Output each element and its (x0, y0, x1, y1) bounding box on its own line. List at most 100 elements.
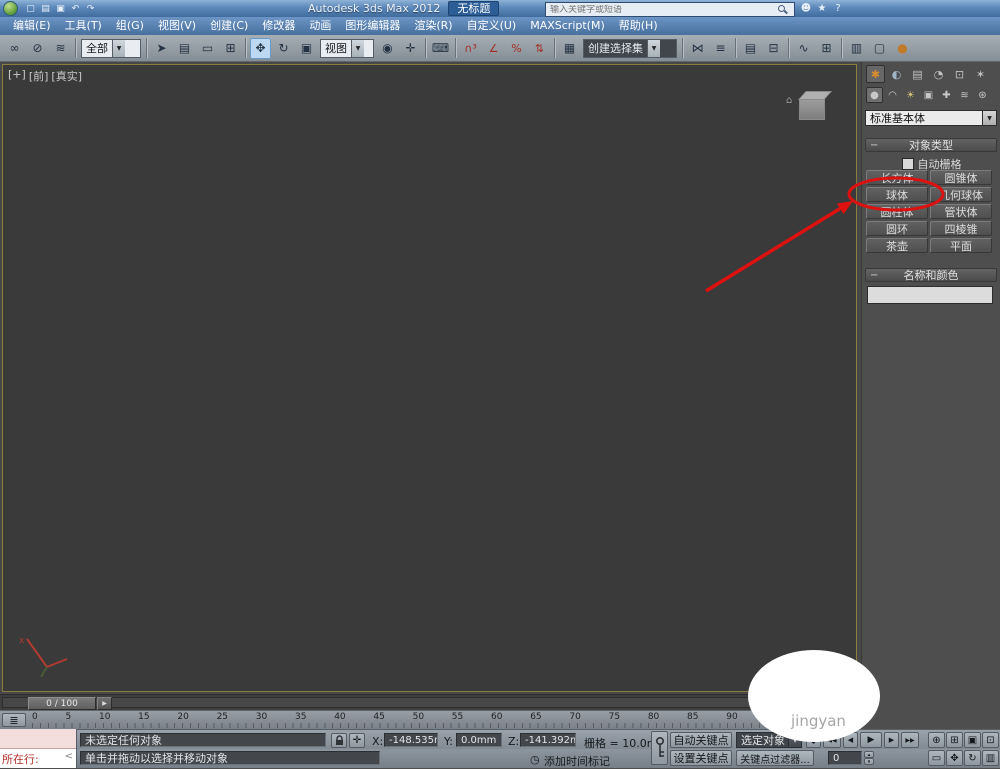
category-shapes-icon[interactable]: ◠ (884, 87, 901, 103)
menu-item[interactable]: 动画 (302, 17, 338, 35)
current-frame-field[interactable]: 0 (828, 751, 862, 765)
tab-modify-icon[interactable]: ◐ (887, 65, 906, 83)
primitive-button[interactable]: 管状体 (930, 204, 992, 219)
viewport-menu-view[interactable]: [前] (29, 68, 49, 84)
next-frame-icon[interactable]: ▶ (884, 732, 899, 748)
rectangular-selection-region-icon[interactable]: ▭ (197, 38, 218, 59)
open-file-icon[interactable]: ▤ (38, 2, 53, 15)
primitive-button[interactable]: 茶壶 (866, 238, 928, 253)
menu-item[interactable]: 视图(V) (151, 17, 203, 35)
zoom-viewport-icon[interactable]: ⊕ (928, 732, 945, 748)
snaps-toggle-icon[interactable]: ∩³ (460, 38, 481, 59)
category-lights-icon[interactable]: ☀ (902, 87, 919, 103)
menu-item[interactable]: 帮助(H) (612, 17, 665, 35)
menu-item[interactable]: MAXScript(M) (523, 17, 612, 35)
select-object-icon[interactable]: ➤ (151, 38, 172, 59)
percent-snap-icon[interactable]: % (506, 38, 527, 59)
menu-item[interactable]: 创建(C) (203, 17, 255, 35)
track-bar[interactable]: ≣ 05101520253035404550556065707580859095… (0, 710, 861, 729)
rendered-frame-window-icon[interactable]: ▢ (869, 38, 890, 59)
x-coord-field[interactable]: -148.535m (384, 733, 438, 747)
absolute-mode-toggle-icon[interactable]: ✛ (349, 733, 365, 748)
auto-key-button[interactable]: 自动关键点 (670, 732, 732, 748)
primitive-button[interactable]: 长方体 (866, 170, 928, 185)
viewport-front[interactable]: [+] [前] [真实] ⌂ x (2, 64, 857, 692)
tab-create-icon[interactable]: ✱ (866, 65, 885, 83)
search-icon[interactable] (778, 4, 788, 15)
primitive-button[interactable]: 圆环 (866, 221, 928, 236)
tab-hierarchy-icon[interactable]: ▤ (908, 65, 927, 83)
set-key-toggle-button[interactable] (651, 731, 668, 765)
help-icon[interactable]: ? (830, 2, 846, 15)
selection-lock-icon[interactable] (331, 733, 347, 748)
primitive-button[interactable]: 圆柱体 (866, 204, 928, 219)
tab-display-icon[interactable]: ⊡ (950, 65, 969, 83)
maxscript-mini-listener[interactable]: 所在行: < (0, 729, 77, 768)
time-slider-handle[interactable]: 0 / 100 (28, 697, 96, 710)
viewport-menu-shading[interactable]: [真实] (51, 68, 82, 84)
viewcube[interactable]: ⌂ (786, 91, 833, 125)
frame-spinner-up-icon[interactable]: ▴ (864, 751, 874, 758)
window-crossing-icon[interactable]: ⊞ (220, 38, 241, 59)
curve-editor-icon[interactable]: ∿ (793, 38, 814, 59)
edit-named-selection-sets-icon[interactable]: ▦ (559, 38, 580, 59)
use-pivot-center-icon[interactable]: ◉ (377, 38, 398, 59)
viewcube-front-face[interactable] (799, 99, 825, 120)
spinner-snap-icon[interactable]: ⇅ (529, 38, 550, 59)
z-coord-field[interactable]: -141.392m (520, 733, 576, 747)
select-by-name-icon[interactable]: ▤ (174, 38, 195, 59)
primitive-button[interactable]: 几何球体 (930, 187, 992, 202)
primitive-button[interactable]: 球体 (866, 187, 928, 202)
menu-item[interactable]: 渲染(R) (407, 17, 459, 35)
menu-item[interactable]: 图形编辑器 (338, 17, 407, 35)
listener-line[interactable]: 所在行: < (0, 749, 76, 768)
undo-icon[interactable]: ↶ (68, 2, 83, 15)
play-animation-icon[interactable]: ▶ (860, 732, 882, 748)
selection-filter-dropdown[interactable]: 全部 ▼ (81, 38, 141, 58)
tab-utilities-icon[interactable]: ✶ (971, 65, 990, 83)
category-systems-icon[interactable]: ⊛ (974, 87, 991, 103)
time-slider-track[interactable] (2, 697, 857, 708)
select-and-manipulate-icon[interactable]: ✛ (400, 38, 421, 59)
set-key-button[interactable]: 设置关键点 (670, 750, 732, 766)
primitive-button[interactable]: 圆锥体 (930, 170, 992, 185)
zoom-extents-all-icon[interactable]: ⊡ (982, 732, 999, 748)
primitive-category-dropdown[interactable]: 标准基本体 ▼ (865, 110, 997, 126)
select-and-rotate-icon[interactable]: ↻ (273, 38, 294, 59)
object-name-field[interactable] (867, 286, 993, 304)
key-filters-button[interactable]: 关键点过滤器... (736, 750, 814, 766)
frame-spinner-down-icon[interactable]: ▾ (864, 758, 874, 765)
unlink-selection-icon[interactable]: ⊘ (27, 38, 48, 59)
named-selection-sets-dropdown[interactable]: 创建选择集 ▼ (583, 38, 677, 58)
rollout-object-type[interactable]: − 对象类型 (865, 138, 997, 152)
rollout-name-color[interactable]: − 名称和颜色 (865, 268, 997, 282)
app-button[interactable] (3, 1, 18, 16)
zoom-extents-icon[interactable]: ▣ (964, 732, 981, 748)
viewcube-home-icon[interactable]: ⌂ (786, 95, 792, 106)
select-and-link-icon[interactable]: ∞ (4, 38, 25, 59)
open-mini-curve-editor-button[interactable]: ≣ (2, 713, 26, 727)
mirror-icon[interactable]: ⋈ (687, 38, 708, 59)
reference-coordsys-dropdown[interactable]: 视图 ▼ (320, 38, 374, 58)
category-space-warps-icon[interactable]: ≋ (956, 87, 973, 103)
redo-icon[interactable]: ↷ (83, 2, 98, 15)
next-frame-arrow-icon[interactable]: ▶ (97, 697, 112, 710)
save-file-icon[interactable]: ▣ (53, 2, 68, 15)
category-geometry-icon[interactable]: ● (866, 87, 883, 103)
menu-item[interactable]: 工具(T) (58, 17, 109, 35)
zoom-region-icon[interactable]: ▭ (928, 750, 945, 766)
menu-item[interactable]: 自定义(U) (460, 17, 524, 35)
add-time-tag-label[interactable]: 添加时间标记 (544, 753, 610, 769)
menu-item[interactable]: 修改器 (255, 17, 302, 35)
orbit-view-icon[interactable]: ↻ (964, 750, 981, 766)
maximize-viewport-toggle-icon[interactable]: ▥ (982, 750, 999, 766)
ribbon-toggle-icon[interactable]: ⊟ (763, 38, 784, 59)
viewport-menu-plus[interactable]: [+] (8, 68, 26, 84)
layer-manager-icon[interactable]: ▤ (740, 38, 761, 59)
menu-item[interactable]: 编辑(E) (6, 17, 58, 35)
y-coord-field[interactable]: 0.0mm (456, 733, 502, 747)
new-file-icon[interactable]: ▢ (23, 2, 38, 15)
macro-recorder-line[interactable] (0, 729, 76, 749)
zoom-all-viewports-icon[interactable]: ⊞ (946, 732, 963, 748)
schematic-view-icon[interactable]: ⊞ (816, 38, 837, 59)
